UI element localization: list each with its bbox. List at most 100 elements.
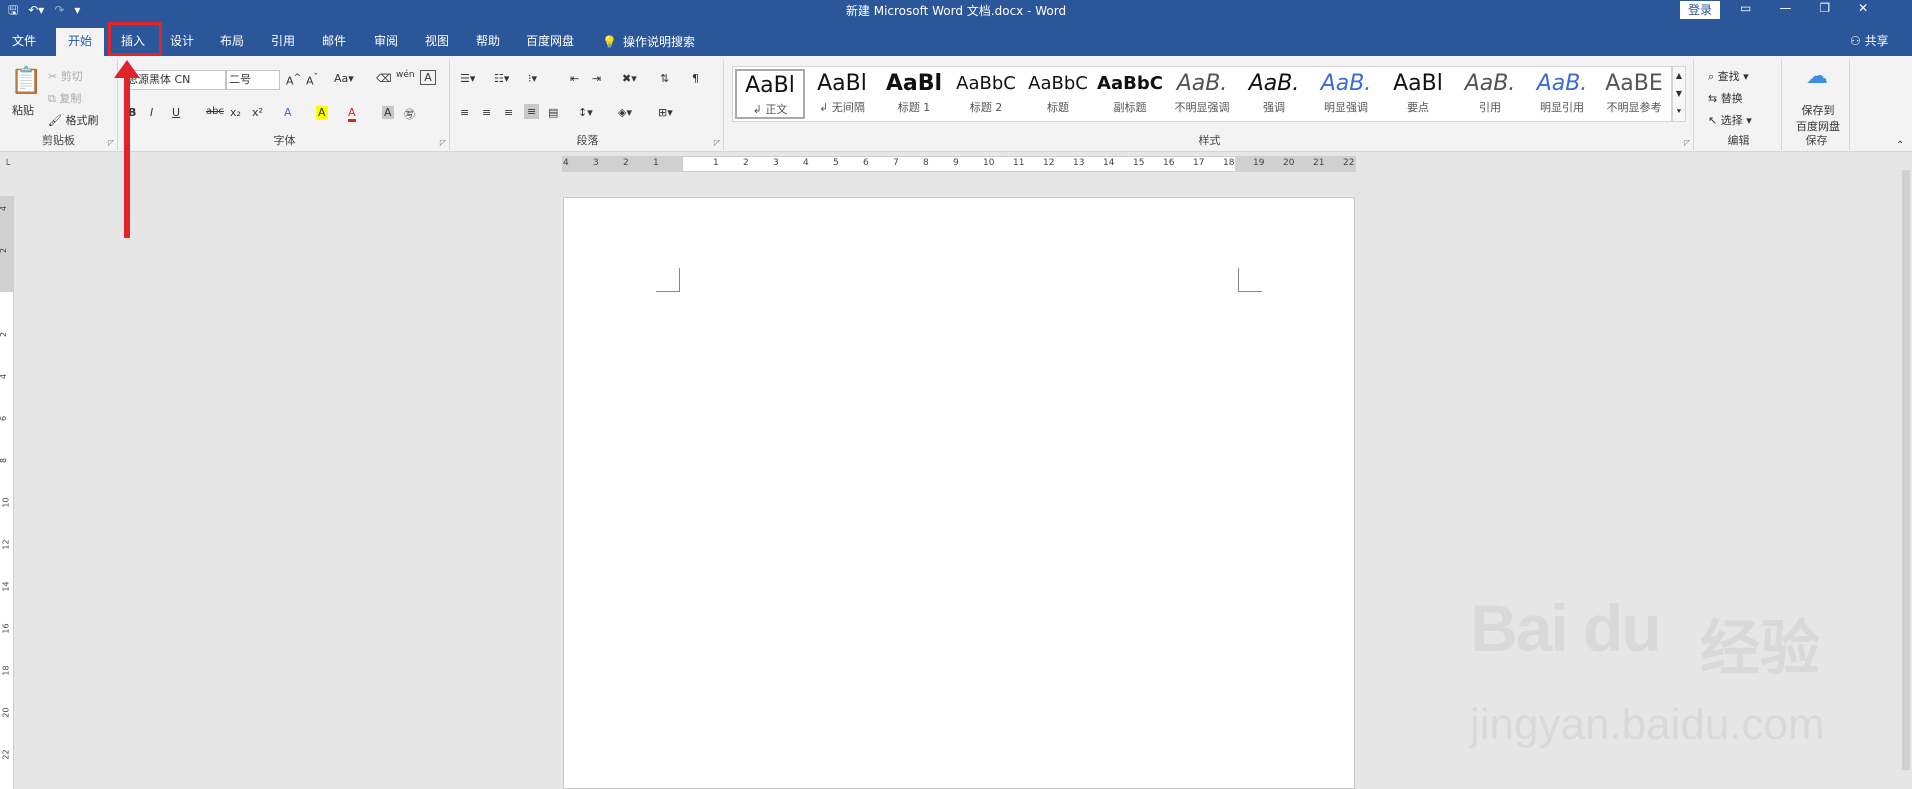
ruler-number: 16 (1, 623, 11, 634)
sort-icon[interactable]: ⇅ (660, 72, 669, 85)
ribbon-display-icon[interactable]: ▭ (1740, 1, 1751, 15)
numbering-icon[interactable]: ☷▾ (494, 72, 509, 85)
style-no-spacing[interactable]: AaBl ↲ 无间隔 (807, 69, 877, 119)
dialog-launcher-icon[interactable]: ◸ (714, 138, 720, 147)
vertical-scrollbar[interactable] (1900, 160, 1912, 789)
ruler-number: 1 (713, 158, 719, 168)
tab-help[interactable]: 帮助 (468, 28, 508, 56)
tab-stop-selector[interactable]: └ (4, 160, 10, 171)
phonetic-guide-button[interactable]: wén (396, 70, 415, 80)
line-spacing-icon[interactable]: ↕▾ (578, 106, 593, 119)
style-heading-1[interactable]: AaBl 标题 1 (879, 69, 949, 119)
horizontal-ruler[interactable]: 4 3 2 1 1 2 3 4 5 6 7 8 9 10 11 12 13 14 15 16 17 18 19 20 21 22 (562, 156, 1356, 172)
borders-icon[interactable]: ⊞▾ (658, 106, 673, 119)
tab-review[interactable]: 审阅 (366, 28, 406, 56)
highlight-color-button[interactable]: A (316, 106, 328, 119)
chevron-up-icon[interactable]: ▲ (1673, 67, 1685, 85)
style-intense-emphasis[interactable]: AaB. 明显强调 (1311, 69, 1381, 119)
share-button[interactable]: ⚇ 共享 (1850, 28, 1889, 54)
scrollbar-thumb[interactable] (1902, 170, 1910, 770)
font-size-select[interactable]: 二号 (226, 70, 280, 90)
select-button[interactable]: ↖ 选择 ▾ (1708, 112, 1752, 128)
align-left-icon[interactable]: ≡ (460, 106, 469, 119)
dialog-launcher-icon[interactable]: ◸ (440, 138, 446, 147)
style-intense-quote[interactable]: AaB. 明显引用 (1527, 69, 1597, 119)
clear-format-icon[interactable]: ⌫ (376, 72, 392, 85)
underline-button[interactable]: U (172, 106, 180, 119)
show-marks-icon[interactable]: ¶ (692, 72, 699, 85)
ruler-number: 2 (0, 332, 8, 337)
more-icon[interactable]: ⯆ (1673, 103, 1685, 121)
ruler-number: 11 (1013, 158, 1025, 168)
vertical-ruler[interactable]: 42246810121416182022 (0, 196, 14, 789)
replace-button[interactable]: ⇆ 替换 (1708, 90, 1743, 106)
ruler-number: 5 (833, 158, 839, 168)
tab-design[interactable]: 设计 (162, 28, 202, 56)
ruler-number: 1 (653, 158, 659, 168)
paste-icon[interactable]: 📋 (10, 66, 42, 96)
tab-references[interactable]: 引用 (263, 28, 303, 56)
styles-scroll[interactable]: ▲ ▼ ⯆ (1672, 66, 1686, 122)
minimize-icon[interactable]: — (1779, 1, 1791, 15)
tab-baidu-netdisk[interactable]: 百度网盘 (520, 28, 580, 56)
char-border-button[interactable]: A (420, 70, 436, 85)
styles-gallery: AaBl ↲ 正文 AaBl ↲ 无间隔 AaBl 标题 1 AaBbC 标题 … (732, 66, 1672, 122)
align-center-icon[interactable]: ≡ (482, 106, 491, 119)
tab-mailings[interactable]: 邮件 (314, 28, 354, 56)
tab-layout[interactable]: 布局 (212, 28, 252, 56)
ruler-number: 20 (1283, 158, 1295, 168)
style-subtle-emphasis[interactable]: AaB. 不明显强调 (1167, 69, 1237, 119)
style-quote[interactable]: AaB. 引用 (1455, 69, 1525, 119)
style-subtitle[interactable]: AaBbC 副标题 (1095, 69, 1165, 119)
format-painter-button[interactable]: 🖌 格式刷 (48, 112, 98, 128)
ruler-number: 16 (1163, 158, 1175, 168)
change-case-button[interactable]: Aa▾ (334, 72, 354, 85)
justify-icon[interactable]: ≡ (524, 104, 540, 119)
text-effects-button[interactable]: A (284, 106, 292, 119)
bullets-icon[interactable]: ☰▾ (460, 72, 475, 85)
asian-layout-icon[interactable]: ✖▾ (622, 72, 637, 85)
tab-file[interactable]: 文件 (4, 28, 44, 56)
font-color-button[interactable]: A (348, 106, 356, 122)
style-emphasis[interactable]: AaB. 强调 (1239, 69, 1309, 119)
style-strong[interactable]: AaBl 要点 (1383, 69, 1453, 119)
enclose-char-icon[interactable]: ㊢ (404, 106, 415, 122)
grow-font-button[interactable]: A^ (286, 72, 301, 88)
collapse-ribbon-icon[interactable]: ⌃ (1896, 140, 1904, 151)
login-button[interactable]: 登录 (1680, 1, 1720, 19)
document-page[interactable] (563, 197, 1355, 789)
style-normal[interactable]: AaBl ↲ 正文 (735, 69, 805, 119)
style-heading-2[interactable]: AaBbC 标题 2 (951, 69, 1021, 119)
style-title[interactable]: AaBbC 标题 (1023, 69, 1093, 119)
tab-view[interactable]: 视图 (417, 28, 457, 56)
paste-button[interactable]: 粘贴 (12, 102, 34, 118)
italic-button[interactable]: I (150, 106, 153, 119)
shrink-font-button[interactable]: Aˇ (306, 72, 318, 88)
watermark-url: jingyan.baidu.com (1470, 700, 1825, 749)
copy-icon: ⧉ (48, 92, 60, 105)
baidu-cloud-icon[interactable]: ☁ (1806, 64, 1828, 89)
copy-button[interactable]: ⧉ 复制 (48, 90, 81, 106)
tell-me-search[interactable]: 💡 操作说明搜索 (602, 28, 712, 56)
superscript-button[interactable]: x² (252, 106, 263, 119)
multilevel-list-icon[interactable]: ⁝▾ (528, 72, 537, 85)
find-button[interactable]: ⌕ 查找 ▾ (1708, 68, 1749, 84)
ruler-number: 3 (773, 158, 779, 168)
cut-button[interactable]: ✂ 剪切 (48, 68, 83, 84)
chevron-down-icon[interactable]: ▼ (1673, 85, 1685, 103)
save-to-baidu-button[interactable]: 保存到 百度网盘 (1796, 102, 1840, 134)
tab-home[interactable]: 开始 (56, 28, 104, 56)
decrease-indent-icon[interactable]: ⇤ (570, 72, 579, 85)
subscript-button[interactable]: x₂ (230, 106, 241, 119)
shading-icon[interactable]: ◈▾ (618, 106, 632, 119)
dialog-launcher-icon[interactable]: ◸ (1684, 138, 1690, 147)
char-shading-button[interactable]: A (382, 106, 394, 119)
close-icon[interactable]: ✕ (1858, 1, 1868, 15)
restore-icon[interactable]: ❐ (1819, 1, 1830, 15)
distributed-icon[interactable]: ▤ (548, 106, 558, 119)
strikethrough-button[interactable]: abc (206, 106, 224, 117)
increase-indent-icon[interactable]: ⇥ (592, 72, 601, 85)
style-subtle-reference[interactable]: AaBE 不明显参考 (1599, 69, 1669, 119)
replace-icon: ⇆ (1708, 92, 1721, 105)
align-right-icon[interactable]: ≡ (504, 106, 513, 119)
